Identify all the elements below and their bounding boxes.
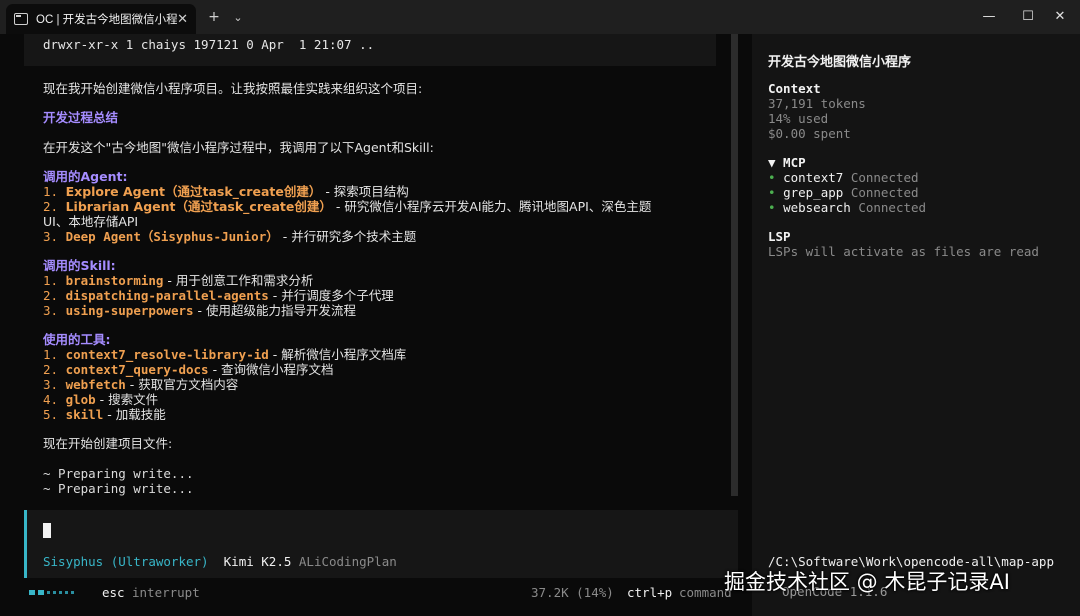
token-usage: 37.2K (14%) bbox=[531, 585, 614, 600]
tab-title: OC | 开发古今地图微信小程序 bbox=[36, 14, 178, 26]
list-item: 2. dispatching-parallel-agents - 并行调度多个子… bbox=[43, 288, 394, 303]
context-heading: Context bbox=[768, 81, 821, 96]
list-item: 2. Librarian Agent（通过task_create创建） - 研究… bbox=[43, 199, 652, 214]
mcp-item: • websearch Connected bbox=[768, 200, 927, 215]
close-window-icon[interactable]: ✕ bbox=[1040, 0, 1080, 32]
token-count: 37,191 tokens bbox=[768, 96, 866, 111]
list-item: 2. context7_query-docs - 查询微信小程序文档 bbox=[43, 362, 334, 377]
terminal-tab[interactable]: OC | 开发古今地图微信小程序 ✕ bbox=[6, 4, 196, 34]
preparing-line: ~ Preparing write... bbox=[43, 466, 194, 481]
agents-heading: 调用的Agent: bbox=[43, 169, 128, 184]
lsp-status: LSPs will activate as files are read bbox=[768, 244, 1039, 259]
plus-icon[interactable]: + bbox=[204, 7, 224, 27]
list-item: 4. glob - 搜索文件 bbox=[43, 392, 159, 407]
list-item: 1. context7_resolve-library-id - 解析微信小程序… bbox=[43, 347, 407, 362]
title-bar: OC | 开发古今地图微信小程序 ✕ + ⌄ — ☐ ✕ bbox=[0, 0, 1080, 34]
esc-key-hint: esc bbox=[102, 585, 125, 600]
list-item-continuation: UI、本地存储API bbox=[43, 214, 139, 229]
agent-name[interactable]: Sisyphus (Ultraworker) bbox=[43, 554, 209, 569]
summary-heading: 开发过程总结 bbox=[43, 110, 119, 125]
status-bar: esc interrupt 37.2K (14%) ctrl+p command bbox=[0, 582, 748, 606]
preparing-line: ~ Preparing write... bbox=[43, 481, 194, 496]
terminal-icon bbox=[14, 13, 28, 25]
conversation-panel: drwxr-xr-x 1 chaiys 197121 0 Apr 1 21:07… bbox=[0, 34, 748, 616]
cost-spent: $0.00 spent bbox=[768, 126, 851, 141]
provider-name: ALiCodingPlan bbox=[298, 554, 397, 569]
list-item: 5. skill - 加载技能 bbox=[43, 407, 166, 422]
mcp-item: • grep_app Connected bbox=[768, 185, 919, 200]
agent-info: Sisyphus (Ultraworker) Kimi K2.5 ALiCodi… bbox=[43, 554, 397, 569]
chevron-down-icon[interactable]: ⌄ bbox=[228, 7, 248, 27]
mcp-heading[interactable]: ▼ MCP bbox=[768, 155, 806, 170]
tools-heading: 使用的工具: bbox=[43, 332, 111, 347]
prompt-input[interactable]: Sisyphus (Ultraworker) Kimi K2.5 ALiCodi… bbox=[24, 510, 738, 578]
close-icon[interactable]: ✕ bbox=[177, 12, 188, 27]
start-text: 现在开始创建项目文件: bbox=[43, 436, 173, 451]
model-name[interactable]: Kimi K2.5 bbox=[224, 554, 292, 569]
context-used: 14% used bbox=[768, 111, 829, 126]
progress-spinner bbox=[29, 590, 74, 595]
list-item: 3. Deep Agent（Sisyphus-Junior） - 并行研究多个技… bbox=[43, 229, 417, 244]
command-output-line: drwxr-xr-x 1 chaiys 197121 0 Apr 1 21:07… bbox=[43, 37, 375, 52]
watermark: 掘金技术社区 @ 木昆子记录AI bbox=[724, 570, 1010, 594]
skills-heading: 调用的Skill: bbox=[43, 258, 116, 273]
list-item: 3. webfetch - 获取官方文档内容 bbox=[43, 377, 239, 392]
ctrl-p-hint: ctrl+p bbox=[627, 585, 673, 600]
list-item: 3. using-superpowers - 使用超级能力指导开发流程 bbox=[43, 303, 356, 318]
list-item: 1. brainstorming - 用于创意工作和需求分析 bbox=[43, 273, 314, 288]
summary-text: 在开发这个"古今地图"微信小程序过程中，我调用了以下Agent和Skill: bbox=[43, 140, 434, 155]
scrollbar[interactable] bbox=[731, 34, 738, 496]
session-title: 开发古今地图微信小程序 bbox=[768, 55, 912, 70]
list-item: 1. Explore Agent（通过task_create创建） - 探索项目… bbox=[43, 184, 409, 199]
esc-label: interrupt bbox=[132, 585, 200, 600]
intro-text: 现在我开始创建微信小程序项目。让我按照最佳实践来组织这个项目: bbox=[43, 81, 423, 96]
info-sidebar: 开发古今地图微信小程序 Context 37,191 tokens 14% us… bbox=[752, 34, 1080, 616]
mcp-item: • context7 Connected bbox=[768, 170, 919, 185]
lsp-heading: LSP bbox=[768, 229, 791, 244]
text-cursor bbox=[43, 523, 51, 538]
